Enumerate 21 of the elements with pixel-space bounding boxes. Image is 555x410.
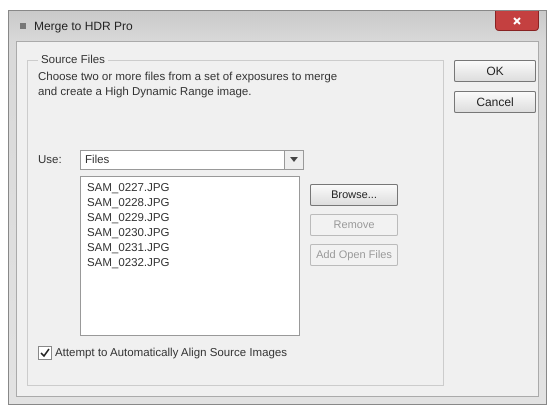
use-label: Use: — [38, 154, 63, 166]
browse-button[interactable]: Browse... — [310, 184, 398, 206]
use-dropdown[interactable]: Files — [80, 150, 304, 170]
file-list-item[interactable]: SAM_0228.JPG — [87, 196, 293, 211]
file-list-item[interactable]: SAM_0230.JPG — [87, 226, 293, 241]
ok-button[interactable]: OK — [454, 60, 536, 82]
close-icon — [512, 16, 522, 26]
close-button[interactable] — [495, 11, 539, 31]
align-checkbox[interactable]: Attempt to Automatically Align Source Images — [38, 346, 433, 360]
checkmark-icon — [40, 348, 50, 358]
file-list-item[interactable]: SAM_0231.JPG — [87, 241, 293, 256]
dropdown-arrow-icon — [290, 157, 298, 163]
description-text: Choose two or more files from a set of exposures to merge and create a High Dynamic Range image. — [38, 70, 338, 100]
group-legend: Source Files — [38, 54, 108, 66]
file-list-item[interactable]: SAM_0229.JPG — [87, 211, 293, 226]
file-list-item[interactable]: SAM_0227.JPG — [87, 181, 293, 196]
app-icon — [18, 21, 28, 31]
window-title: Merge to HDR Pro — [34, 19, 133, 33]
file-list-item[interactable]: SAM_0232.JPG — [87, 256, 293, 271]
cancel-button[interactable]: Cancel — [454, 91, 536, 113]
checkbox[interactable] — [38, 346, 52, 360]
